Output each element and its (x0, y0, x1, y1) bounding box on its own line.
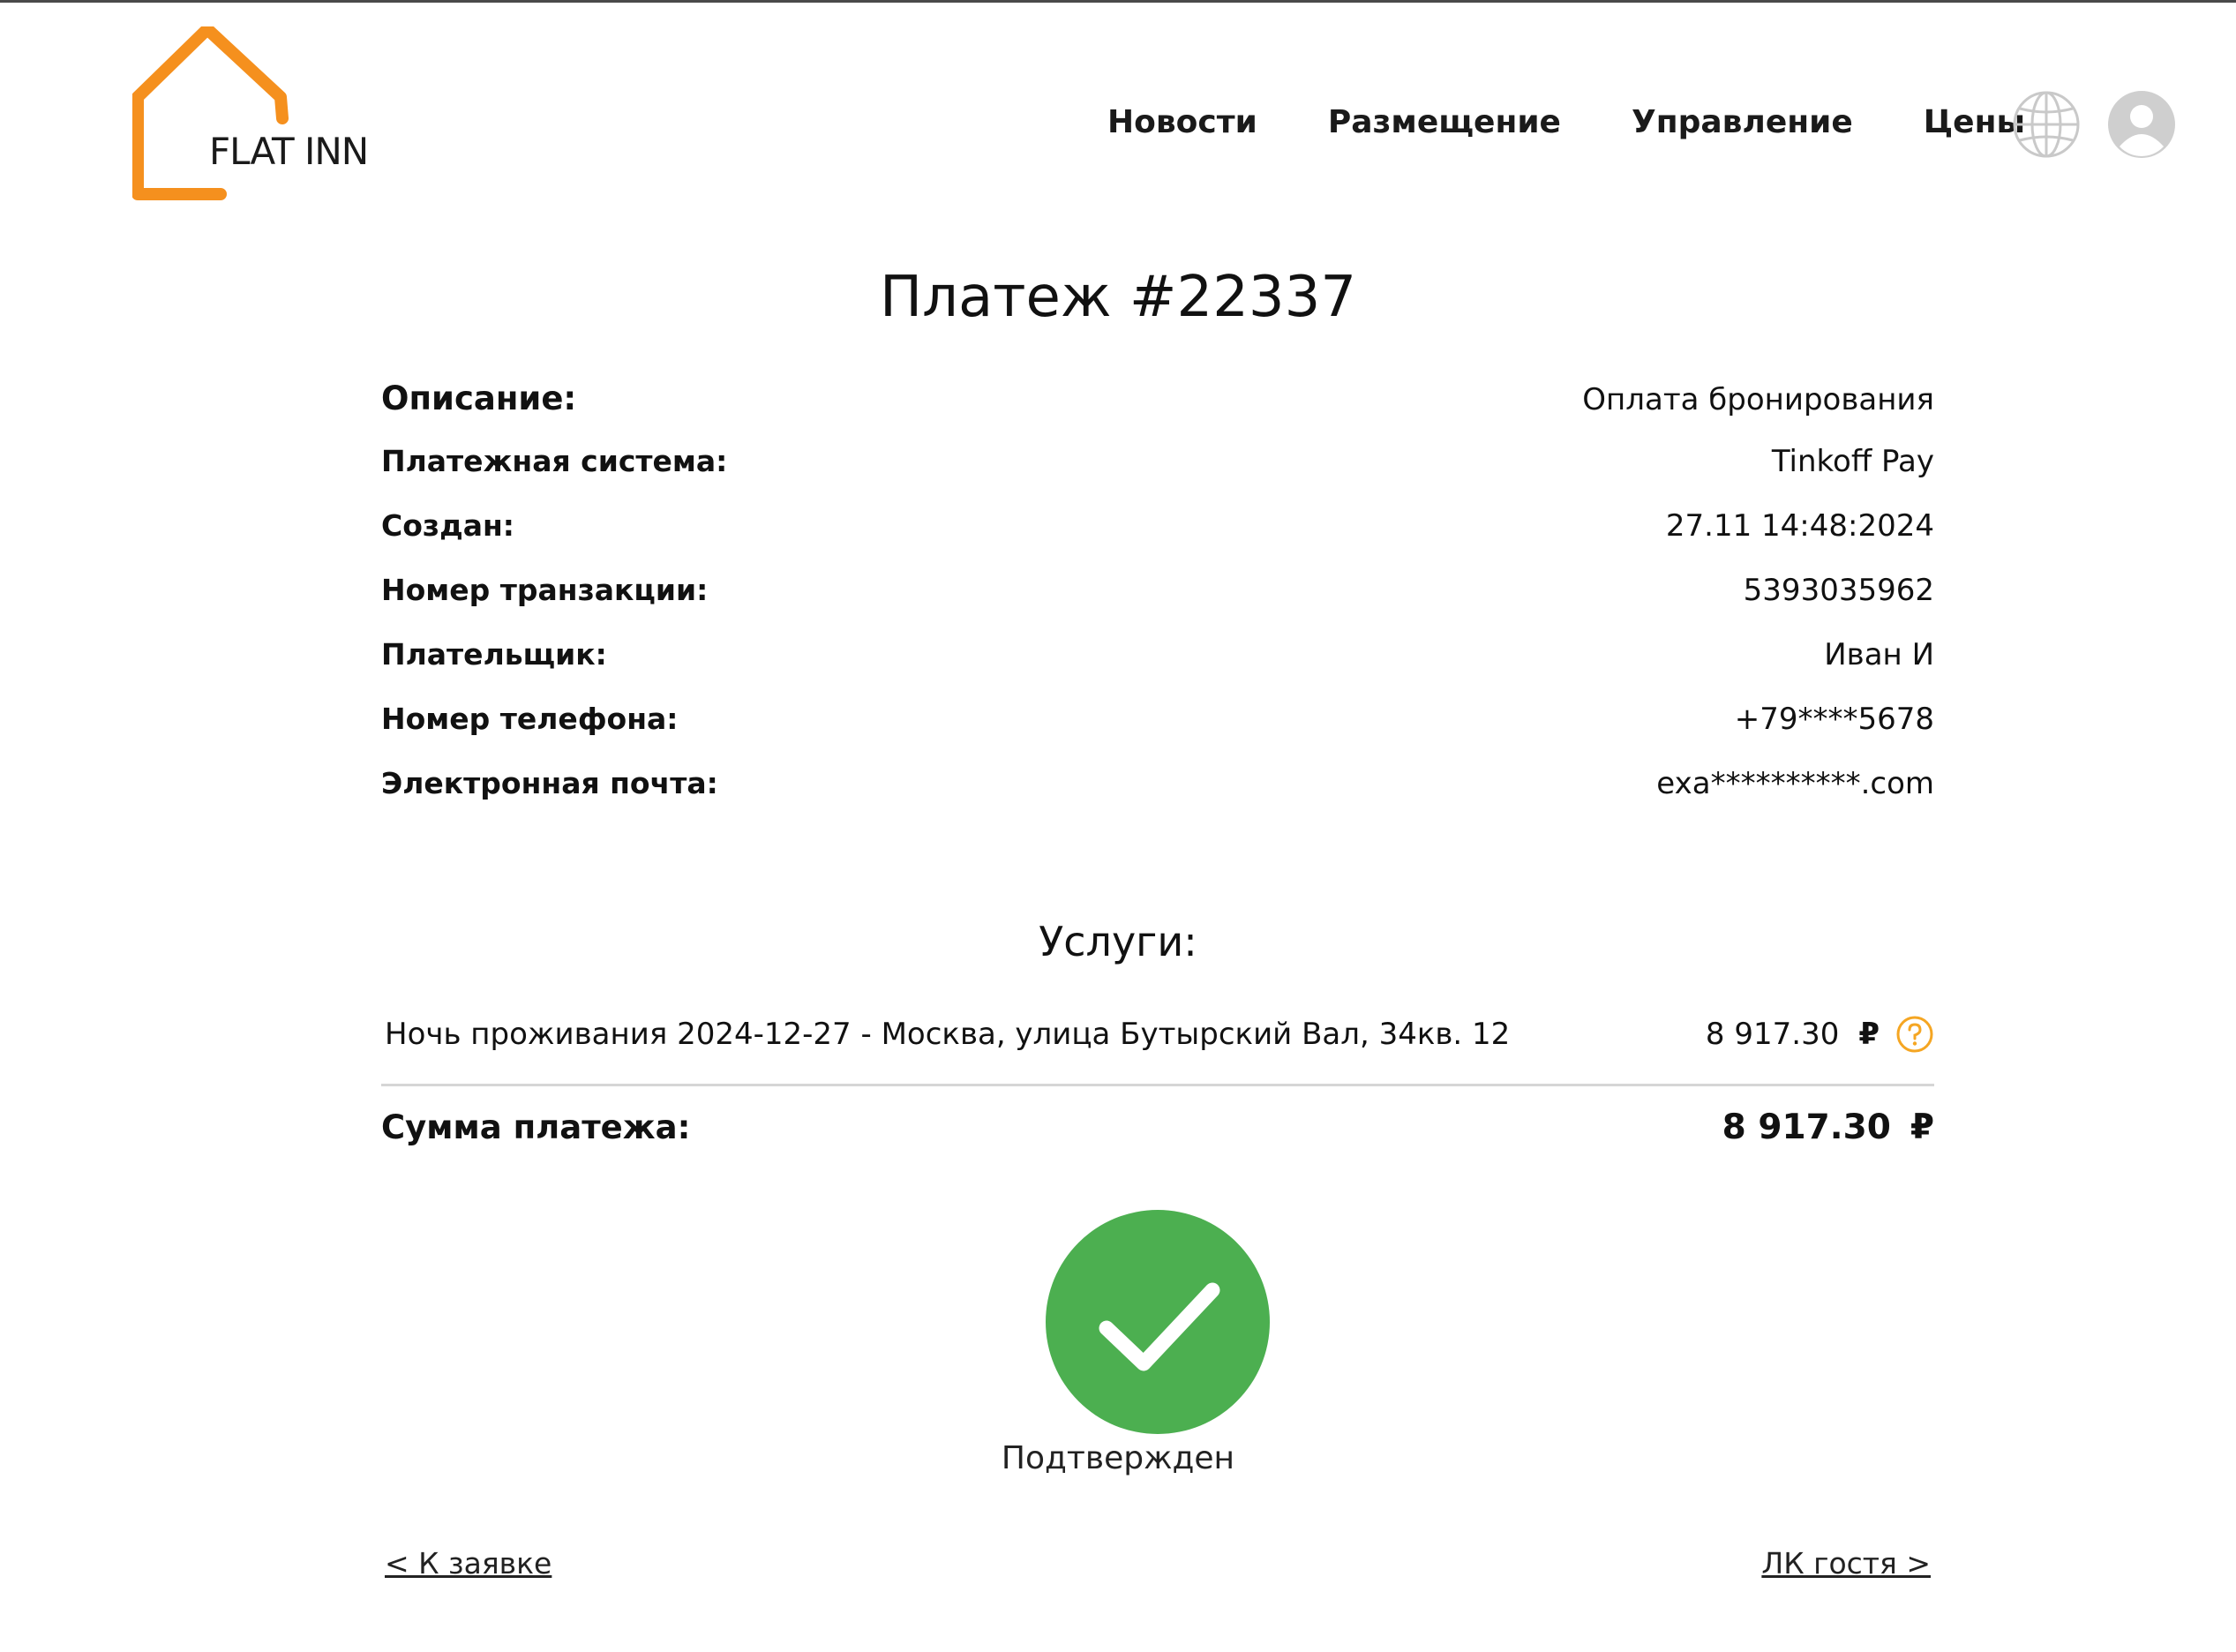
globe-icon[interactable] (2012, 90, 2081, 159)
detail-label: Создан: (381, 508, 514, 543)
detail-row-email: Электронная почта: exa**********.com (381, 766, 1934, 830)
main-nav: Новости Размещение Управление Цены (1107, 104, 2025, 140)
nav-placement[interactable]: Размещение (1328, 104, 1561, 140)
service-price-value: 8 917.30 (1705, 1017, 1840, 1052)
back-to-request-link[interactable]: < К заявке (385, 1546, 551, 1581)
detail-label: Номер транзакции: (381, 573, 709, 607)
detail-value: 27.11 14:48:2024 (1665, 508, 1934, 544)
payment-details: Описание: Оплата бронирования Платежная … (381, 379, 1934, 830)
nav-prices[interactable]: Цены (1924, 104, 2025, 140)
detail-row-description: Описание: Оплата бронирования (381, 379, 1934, 444)
detail-label: Номер телефона: (381, 702, 679, 736)
total-row: Сумма платежа: 8 917.30 ₽ (381, 1108, 1934, 1147)
detail-value: Иван И (1824, 637, 1934, 672)
ruble-sign: ₽ (1910, 1108, 1934, 1147)
service-item: Ночь проживания 2024-12-27 - Москва, ули… (385, 1015, 1934, 1054)
services-title: Услуги: (1039, 918, 1197, 965)
detail-row-created: Создан: 27.11 14:48:2024 (381, 508, 1934, 573)
nav-news[interactable]: Новости (1107, 104, 1257, 140)
service-description: Ночь проживания 2024-12-27 - Москва, ули… (385, 1017, 1511, 1052)
user-avatar-icon[interactable] (2107, 90, 2176, 159)
top-border (0, 0, 2236, 3)
detail-row-phone: Номер телефона: +79****5678 (381, 702, 1934, 766)
detail-label: Платежная система: (381, 444, 728, 478)
total-label: Сумма платежа: (381, 1108, 691, 1146)
status-check-icon (1045, 1209, 1271, 1435)
logo-text: FLAT INN (209, 130, 369, 173)
detail-label: Описание: (381, 379, 577, 417)
detail-row-payer: Плательщик: Иван И (381, 637, 1934, 702)
help-icon[interactable] (1895, 1015, 1934, 1054)
detail-value: Tinkoff Pay (1771, 444, 1934, 479)
detail-value: 5393035962 (1743, 573, 1934, 608)
detail-value: +79****5678 (1734, 702, 1934, 737)
guest-account-link[interactable]: ЛК гостя > (1761, 1546, 1931, 1581)
nav-management[interactable]: Управление (1632, 104, 1853, 140)
detail-row-payment-system: Платежная система: Tinkoff Pay (381, 444, 1934, 508)
detail-label: Электронная почта: (381, 766, 718, 800)
divider (381, 1084, 1934, 1086)
house-logo-icon (132, 26, 289, 200)
service-price: 8 917.30 ₽ (1706, 1015, 1934, 1054)
flat-inn-logo[interactable]: FLAT INN (132, 26, 424, 212)
total-amount: 8 917.30 (1722, 1108, 1891, 1147)
detail-value: exa**********.com (1656, 766, 1934, 801)
page-title: Платеж #22337 (879, 265, 1357, 330)
detail-label: Плательщик: (381, 637, 607, 672)
total-value: 8 917.30 ₽ (1722, 1108, 1934, 1147)
detail-row-transaction: Номер транзакции: 5393035962 (381, 573, 1934, 637)
ruble-sign: ₽ (1858, 1017, 1880, 1052)
detail-value: Оплата бронирования (1582, 382, 1934, 417)
status-text: Подтвержден (1001, 1440, 1235, 1476)
